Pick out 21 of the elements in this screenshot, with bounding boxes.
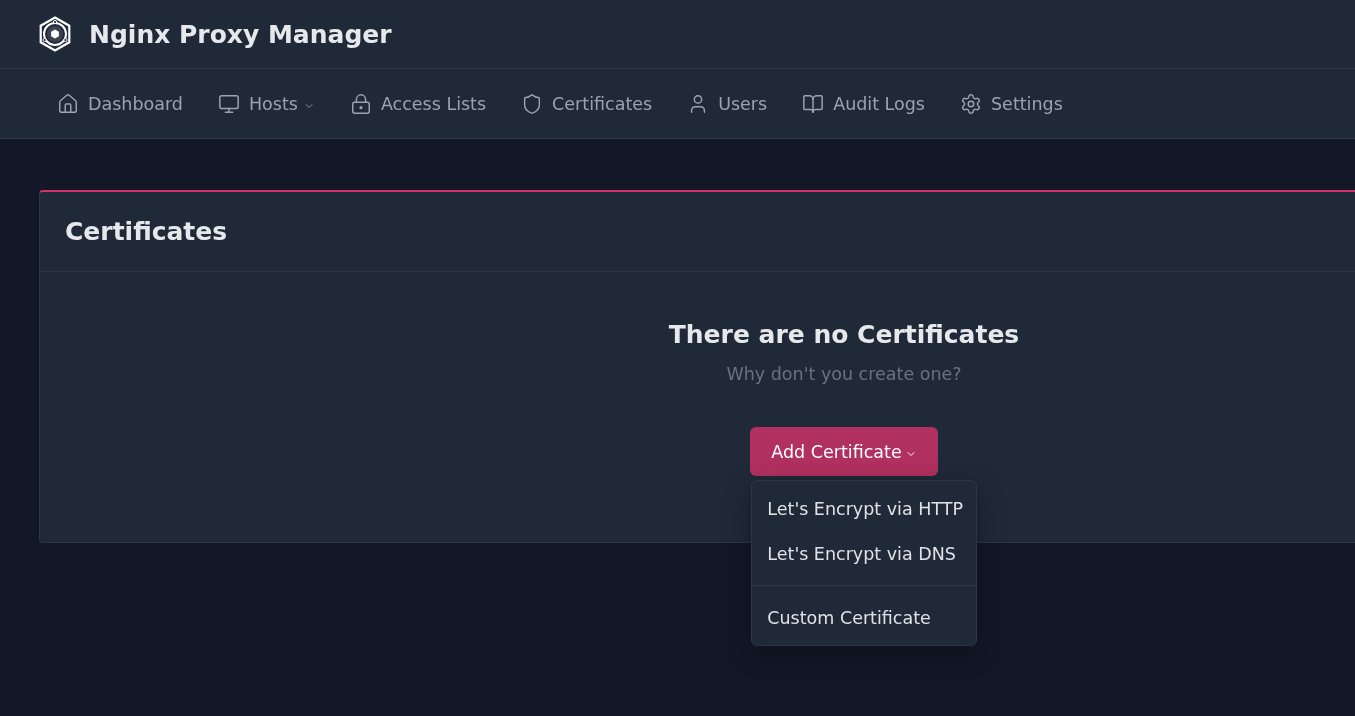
empty-state-subtitle: Why don't you create one? <box>726 363 962 386</box>
settings-icon <box>960 92 982 115</box>
nav-link[interactable]: Audit Logs <box>802 86 925 121</box>
nav-link[interactable]: Settings <box>960 86 1063 121</box>
house-icon <box>57 92 79 115</box>
nav-link[interactable]: Certificates <box>521 86 653 121</box>
menu-item[interactable]: Custom Certificate <box>752 595 977 640</box>
menu-item[interactable]: Let's Encrypt via DNS <box>752 531 977 576</box>
nav-link[interactable]: Hosts <box>217 86 315 121</box>
nav-link[interactable]: Access Lists <box>349 86 487 121</box>
add-certificate-button[interactable]: Add Certificate <box>750 427 938 476</box>
book-icon <box>802 92 825 115</box>
app-title: Nginx Proxy Manager <box>89 19 392 49</box>
card-title: Certificates <box>65 217 228 246</box>
nav-link[interactable]: Users <box>687 86 768 121</box>
lock-icon <box>349 92 372 115</box>
menu-item[interactable]: Let's Encrypt via HTTP <box>752 486 977 531</box>
empty-state-title: There are no Certificates <box>668 321 1020 349</box>
nav-link[interactable]: Dashboard <box>57 86 183 121</box>
monitor-icon <box>217 92 240 115</box>
logo-icon <box>37 14 73 54</box>
